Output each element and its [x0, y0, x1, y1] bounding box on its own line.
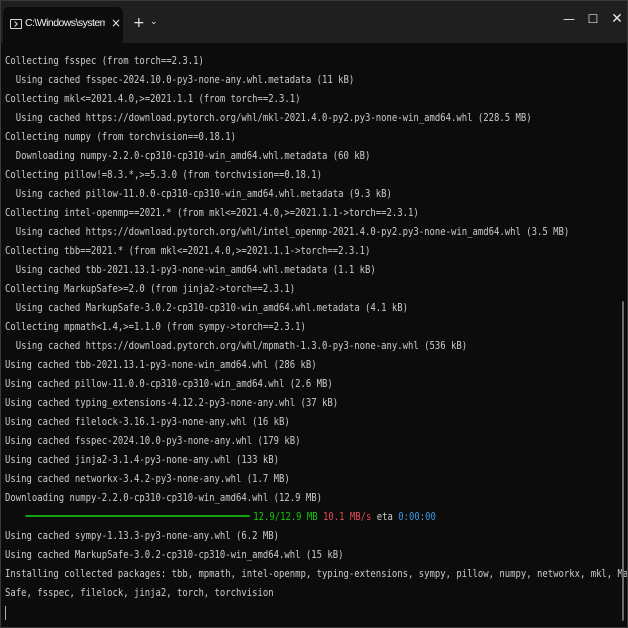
console-line: Collecting intel-openmp==2021.* (from mk… [5, 207, 419, 219]
console-line: Using cached jinja2-3.1.4-py3-none-any.w… [5, 454, 280, 466]
console-line: Using cached pillow-11.0.0-cp310-cp310-w… [5, 188, 392, 200]
tab-title: C:\Windows\system32\cmd.e [25, 17, 105, 29]
progress-eta: 0:00:00 [398, 511, 436, 523]
chevron-down-icon[interactable]: ⌄ [150, 16, 158, 28]
console-line: Collecting numpy (from torchvision==0.18… [5, 131, 237, 143]
console-line: Installing collected packages: tbb, mpma… [5, 568, 628, 580]
console-line: Using cached networkx-3.4.2-py3-none-any… [5, 473, 290, 485]
progress-line: 12.9/12.9 MB 10.1 MB/s eta 0:00:00 [5, 508, 525, 527]
close-button[interactable]: ✕ [607, 11, 627, 27]
tab-cmd[interactable]: C:\Windows\system32\cmd.e × [3, 7, 123, 43]
console-line: Using cached filelock-3.16.1-py3-none-an… [5, 416, 290, 428]
console-line: Collecting mpmath<1.4,>=1.1.0 (from symp… [5, 321, 306, 333]
minimize-button[interactable]: — [559, 11, 579, 27]
console-line: Downloading numpy-2.2.0-cp310-cp310-win_… [5, 150, 371, 162]
console-line: Using cached pillow-11.0.0-cp310-cp310-w… [5, 378, 333, 390]
console-line: Using cached MarkupSafe-3.0.2-cp310-cp31… [5, 302, 409, 314]
new-tab-button[interactable]: + [133, 15, 145, 31]
console-line: Using cached https://download.pytorch.or… [5, 112, 532, 124]
console-line: Using cached fsspec-2024.10.0-py3-none-a… [5, 435, 301, 447]
prompt-line[interactable] [5, 603, 525, 622]
console-line: Using cached tbb-2021.13.1-py3-none-win_… [5, 264, 376, 276]
console-line: Collecting MarkupSafe>=2.0 (from jinja2-… [5, 283, 296, 295]
console-line: Using cached MarkupSafe-3.0.2-cp310-cp31… [5, 549, 344, 561]
console-line: Collecting tbb==2021.* (from mkl<=2021.4… [5, 245, 371, 257]
title-bar[interactable]: C:\Windows\system32\cmd.e × + ⌄ — ☐ ✕ [1, 1, 627, 43]
console-line: Collecting fsspec (from torch==2.3.1) [5, 55, 204, 67]
maximize-button[interactable]: ☐ [583, 11, 603, 27]
progress-eta-label: eta [376, 511, 393, 523]
console-line: Using cached https://download.pytorch.or… [5, 340, 468, 352]
console-line: Using cached tbb-2021.13.1-py3-none-win_… [5, 359, 317, 371]
scrollbar-thumb[interactable] [622, 301, 624, 621]
terminal-icon [10, 19, 22, 29]
progress-size: 12.9/12.9 MB [253, 511, 318, 523]
console-line: Collecting pillow!=8.3.*,>=5.3.0 (from t… [5, 169, 323, 181]
console-line: Using cached fsspec-2024.10.0-py3-none-a… [5, 74, 355, 86]
text-cursor [5, 606, 6, 620]
progress-bar [25, 515, 250, 517]
console-line: Using cached typing_extensions-4.12.2-py… [5, 397, 339, 409]
console-line: Safe, fsspec, filelock, jinja2, torch, t… [5, 587, 274, 599]
tab-close-icon[interactable]: × [111, 16, 121, 30]
console-line: Using cached sympy-1.13.3-py3-none-any.w… [5, 530, 280, 542]
console-line: Collecting mkl<=2021.4.0,>=2021.1.1 (fro… [5, 93, 301, 105]
progress-speed: 10.1 MB/s [323, 511, 372, 523]
console-output[interactable]: Collecting fsspec (from torch==2.3.1) Us… [5, 52, 628, 622]
console-line: Using cached https://download.pytorch.or… [5, 226, 570, 238]
terminal-window: C:\Windows\system32\cmd.e × + ⌄ — ☐ ✕ Co… [0, 0, 628, 628]
console-line: Downloading numpy-2.2.0-cp310-cp310-win_… [5, 492, 323, 504]
